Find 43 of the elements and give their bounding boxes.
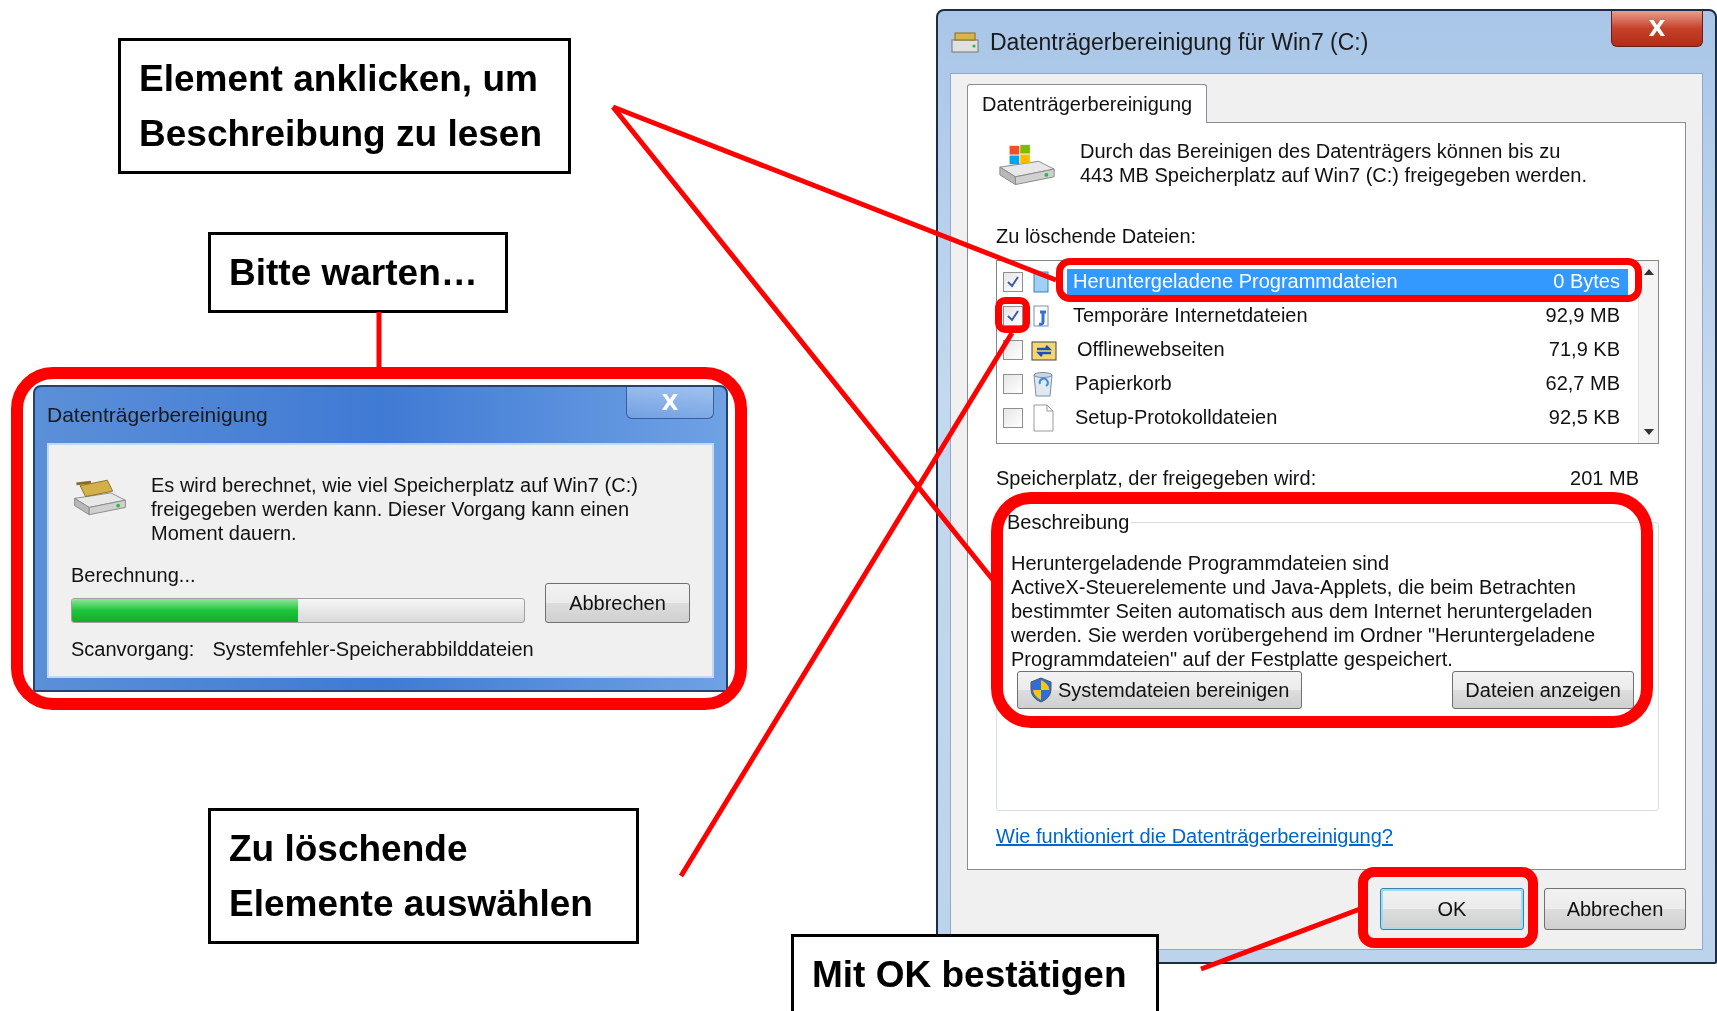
leader-line	[376, 312, 382, 369]
status-label: Berechnung...	[71, 563, 197, 587]
clean-system-files-button[interactable]: Systemdateien bereinigen	[1017, 671, 1303, 709]
file-row[interactable]: Offlinewebseiten 71,9 KB	[1071, 336, 1628, 363]
window-title: Datenträgerbereinigung für Win7 (C:)	[990, 28, 1370, 56]
help-link[interactable]: Wie funktioniert die Datenträgerbereinigung?	[996, 825, 1393, 848]
freed-space-value: 201 MB	[1570, 466, 1639, 490]
progress-message: Es wird berechnet, wie viel Speicherplatz auf Win7 (C:) freigegeben werden kann. Dieser Vorgang kann einen Moment dauern.	[151, 473, 638, 545]
checkbox[interactable]	[1003, 305, 1023, 326]
cancel-button[interactable]: Abbrechen	[545, 583, 690, 623]
scroll-down-icon[interactable]	[1643, 429, 1654, 435]
callout-text: Bitte warten…	[208, 232, 508, 313]
checkbox[interactable]	[1003, 373, 1023, 394]
highlight-frame	[995, 297, 1030, 333]
close-button[interactable]: X	[1611, 11, 1703, 47]
callout-text: Element anklicken, um Beschreibung zu lesen	[118, 38, 571, 174]
files-label: Zu löschende Dateien:	[996, 224, 1198, 248]
scroll-up-icon[interactable]	[1643, 269, 1654, 275]
scan-label: Scanvorgang:	[71, 637, 195, 661]
callout-text: Zu löschende Elemente auswählen	[208, 808, 639, 944]
shield-icon	[1030, 677, 1052, 703]
blank-page-icon	[1031, 403, 1055, 432]
checkmark-icon	[1006, 308, 1020, 323]
file-row[interactable]: Setup-Protokolldateien 92,5 KB	[1069, 404, 1628, 431]
file-row[interactable]: Temporäre Internetdateien 92,9 MB	[1067, 302, 1628, 329]
view-files-button[interactable]: Dateien anzeigen	[1452, 671, 1634, 709]
freed-space-label: Speicherplatz, der freigegeben wird:	[996, 466, 1317, 490]
checkmark-icon	[1006, 274, 1020, 289]
callout-text: Mit OK bestätigen	[791, 934, 1159, 1011]
ok-button[interactable]: OK	[1380, 888, 1524, 930]
checkbox[interactable]	[1003, 407, 1023, 428]
scan-item: Systemfehler-Speicherabbilddateien	[212, 637, 534, 661]
cancel-button[interactable]: Abbrechen	[1544, 888, 1686, 930]
intro-text: Durch das Bereinigen des Datenträgers können bis zu 443 MB Speicherplatz auf Win7 (C:) freigegeben werden.	[1080, 139, 1587, 187]
recycle-bin-icon	[1031, 369, 1055, 398]
scrollbar[interactable]	[1638, 261, 1658, 443]
tab[interactable]: Datenträgerbereinigung	[967, 84, 1208, 123]
group-title: Beschreibung	[1006, 511, 1131, 534]
checkbox[interactable]	[1003, 271, 1023, 292]
file-row[interactable]: Papierkorb 62,7 MB	[1069, 370, 1628, 397]
description-text: Heruntergeladende Programmdateien sind ActiveX-Steuerelemente und Java-Applets, die beim Betrachten bestimmter Seiten automatisch aus dem Internet heruntergeladen werden. Sie werden vorübergehend im Ordner "Heruntergeladene Programmdateien" auf der Festplatte gespeichert.	[1011, 551, 1597, 671]
window-title: Datenträgerbereinigung	[47, 403, 269, 427]
drive-icon	[950, 30, 980, 54]
